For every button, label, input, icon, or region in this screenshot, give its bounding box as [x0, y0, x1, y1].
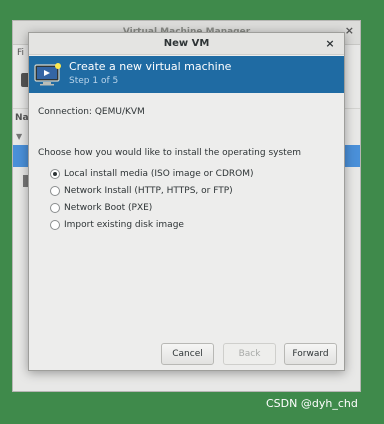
- option-label: Import existing disk image: [64, 219, 184, 230]
- install-method-prompt: Choose how you would like to install the…: [38, 148, 301, 158]
- option-network-install[interactable]: Network Install (HTTP, HTTPS, or FTP): [50, 182, 254, 199]
- option-network-boot[interactable]: Network Boot (PXE): [50, 199, 254, 216]
- banner-step: Step 1 of 5: [69, 76, 119, 86]
- dialog-titlebar: New VM ×: [29, 33, 344, 55]
- watermark: CSDN @dyh_chd: [266, 397, 358, 410]
- background-menu[interactable]: Fi: [17, 48, 24, 58]
- expand-arrow-icon[interactable]: ▼: [16, 132, 22, 141]
- option-local-media[interactable]: Local install media (ISO image or CDROM): [50, 165, 254, 182]
- radio-network-install[interactable]: [50, 185, 60, 196]
- wizard-banner: Create a new virtual machine Step 1 of 5: [29, 56, 344, 93]
- radio-import-disk[interactable]: [50, 219, 60, 230]
- option-import-disk[interactable]: Import existing disk image: [50, 216, 254, 233]
- close-icon[interactable]: ×: [324, 33, 336, 55]
- radio-local-media[interactable]: [50, 168, 60, 179]
- cancel-button[interactable]: Cancel: [161, 343, 214, 365]
- radio-network-boot[interactable]: [50, 202, 60, 213]
- install-options: Local install media (ISO image or CDROM)…: [50, 165, 254, 233]
- back-button[interactable]: Back: [223, 343, 276, 365]
- forward-button[interactable]: Forward: [284, 343, 337, 365]
- banner-title: Create a new virtual machine: [69, 60, 232, 73]
- dialog-title: New VM: [163, 38, 210, 49]
- option-label: Network Install (HTTP, HTTPS, or FTP): [64, 185, 233, 196]
- new-vm-dialog: New VM × Create a new virtual machine St…: [28, 32, 345, 371]
- connection-line: Connection: QEMU/KVM: [38, 107, 145, 117]
- option-label: Local install media (ISO image or CDROM): [64, 168, 254, 179]
- monitor-icon: [34, 63, 61, 86]
- connection-value: QEMU/KVM: [94, 107, 145, 117]
- option-label: Network Boot (PXE): [64, 202, 153, 213]
- background-close-icon[interactable]: ×: [345, 24, 354, 37]
- background-list-header: Na: [15, 113, 29, 123]
- connection-label: Connection:: [38, 107, 92, 117]
